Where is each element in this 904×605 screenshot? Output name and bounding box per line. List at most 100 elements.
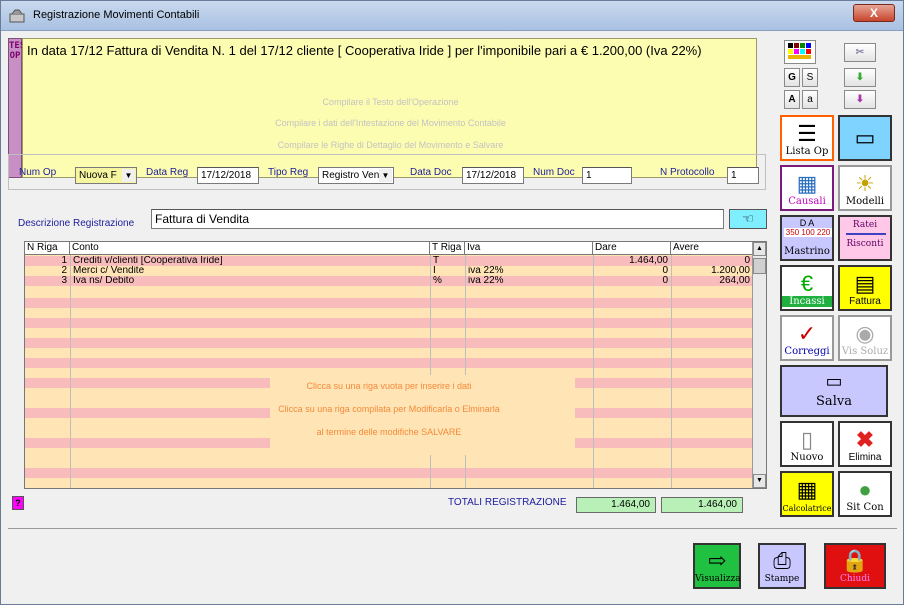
vertical-scrollbar[interactable]: ▲ ▼ xyxy=(752,242,766,488)
stampe-button[interactable]: ⎙ Stampe xyxy=(758,543,806,589)
sit-con-label: Sit Con xyxy=(846,502,884,513)
vis-soluz-button[interactable]: ◉ Vis Soluz xyxy=(838,315,892,361)
color-palette-button[interactable] xyxy=(784,40,816,64)
modelli-label: Modelli xyxy=(845,196,885,207)
nuovo-button[interactable]: ▯ Nuovo xyxy=(780,421,834,467)
sit-con-button[interactable]: ● Sit Con xyxy=(838,471,892,517)
tipo-reg-select[interactable]: Registro Venc ▼ xyxy=(318,167,394,184)
nuovo-label: Nuovo xyxy=(790,452,824,463)
close-button[interactable]: X xyxy=(853,4,895,22)
data-reg-label: Data Reg xyxy=(146,167,189,178)
row-dare: 1.464,00 xyxy=(629,256,668,266)
row-t: T xyxy=(433,256,440,266)
description-field[interactable]: Fattura di Vendita xyxy=(151,209,724,229)
row-iva xyxy=(468,256,592,266)
incassi-button[interactable]: € Incassi xyxy=(780,265,834,311)
down-arrow-button[interactable]: ⬇ xyxy=(844,68,876,87)
col-avere: Avere xyxy=(671,242,753,255)
hand-pointer-button[interactable]: ☜ xyxy=(729,209,767,229)
delete-x-icon: ✖ xyxy=(855,427,875,452)
g-button[interactable]: G xyxy=(784,68,800,87)
data-doc-field[interactable]: 17/12/2018 xyxy=(462,167,524,184)
s-button[interactable]: S xyxy=(802,68,818,87)
elimina-button[interactable]: ✖ Elimina xyxy=(838,421,892,467)
text-hint: Compilare i dati dell'Intestazione del M… xyxy=(275,118,506,128)
grid-divider xyxy=(593,255,594,488)
empty-row[interactable] xyxy=(25,358,753,368)
num-op-select[interactable]: Nuova F ▼ xyxy=(75,167,137,184)
detail-grid[interactable]: N Riga Conto T Riga Iva Dare Avere 1 Cre… xyxy=(24,241,767,489)
empty-row[interactable] xyxy=(25,318,753,328)
mastrino-button[interactable]: D A 350 100 220 Mastrino xyxy=(780,215,834,261)
elimina-label: Elimina xyxy=(848,452,882,463)
calculator-icon: ▦ xyxy=(796,477,818,502)
table-row[interactable]: 3 Iva ns/ Debito % iva 22% 0 264,00 xyxy=(25,276,753,286)
fattura-button[interactable]: ▤ Fattura xyxy=(838,265,892,311)
scroll-up-icon[interactable]: ▲ xyxy=(753,242,766,256)
palette-icon xyxy=(788,43,811,59)
col-dare: Dare xyxy=(593,242,671,255)
chiudi-button[interactable]: 🔒 Chiudi xyxy=(824,543,886,589)
help-button[interactable]: ? xyxy=(12,496,24,510)
visualizza-label: Visualizza xyxy=(695,574,741,584)
scroll-down-icon[interactable]: ▼ xyxy=(753,474,766,488)
hand-pointer-icon: ☜ xyxy=(742,211,754,226)
n-protocollo-label: N Protocollo xyxy=(660,167,715,178)
tipo-reg-label: Tipo Reg xyxy=(268,167,309,178)
row-n: 1 xyxy=(61,256,67,266)
ratei-risconti-button[interactable]: Ratei Risconti xyxy=(838,215,892,261)
new-doc-icon: ▯ xyxy=(800,427,814,452)
total-dare: 1.464,00 xyxy=(576,497,656,513)
total-avere: 1.464,00 xyxy=(661,497,743,513)
num-doc-label: Num Doc xyxy=(533,167,575,178)
ratei-label: Ratei xyxy=(852,220,878,230)
lock-icon: 🔒 xyxy=(841,549,869,574)
num-op-label: Num Op xyxy=(19,167,57,178)
row-avere: 0 xyxy=(744,256,750,266)
visualizza-button[interactable]: ⇨ Visualizza xyxy=(693,543,741,589)
operation-text: In data 17/12 Fattura di Vendita N. 1 de… xyxy=(27,43,702,58)
lista-op-button[interactable]: ☰ Lista Op xyxy=(780,115,834,161)
scissors-icon: ✂ xyxy=(855,47,865,58)
grid-header: N Riga Conto T Riga Iva Dare Avere xyxy=(25,242,753,255)
causali-button[interactable]: ▦ Causali xyxy=(780,165,834,211)
row-avere: 1.200,00 xyxy=(711,266,750,276)
mastrino-top: D A xyxy=(799,218,815,228)
export-icon: ⇨ xyxy=(707,549,727,574)
data-reg-field[interactable]: 17/12/2018 xyxy=(197,167,259,184)
empty-row[interactable] xyxy=(25,338,753,348)
scroll-thumb[interactable] xyxy=(753,258,766,274)
layout-button[interactable]: ▭ xyxy=(838,115,892,161)
lista-op-label: Lista Op xyxy=(785,146,829,157)
chiudi-label: Chiudi xyxy=(840,574,870,584)
down-arrow-2-button[interactable]: ⬇ xyxy=(844,90,876,109)
invoice-icon: ▤ xyxy=(854,271,876,296)
description-label: Descrizione Registrazione xyxy=(18,218,135,229)
stampe-label: Stampe xyxy=(764,574,800,584)
list-icon: ☰ xyxy=(797,121,817,146)
app-icon xyxy=(9,9,25,23)
empty-row[interactable] xyxy=(575,438,753,448)
a-big-button[interactable]: A xyxy=(784,90,800,109)
mastrino-nums: 350 100 220 xyxy=(784,228,832,237)
grid-hint: Clicca su una riga compilata per Modific… xyxy=(278,404,500,414)
mastrino-label: Mastrino xyxy=(784,246,830,257)
num-doc-field[interactable]: 1 xyxy=(582,167,632,184)
footer-bar: ⇨ Visualizza ⎙ Stampe 🔒 Chiudi xyxy=(8,528,897,601)
ratei-line-icon xyxy=(846,233,886,235)
table-row[interactable]: 2 Merci c/ Vendite I iva 22% 0 1.200,00 xyxy=(25,266,753,276)
row-n: 2 xyxy=(61,266,67,276)
table-row[interactable]: 1 Crediti v/clienti [Cooperativa Iride] … xyxy=(25,256,753,266)
checkmark-icon: ✓ xyxy=(797,321,817,346)
row-dare: 0 xyxy=(662,276,668,286)
modelli-button[interactable]: ☀ Modelli xyxy=(838,165,892,211)
salva-button[interactable]: ▭ Salva xyxy=(780,365,888,417)
calcolatrice-button[interactable]: ▦ Calcolatrice xyxy=(780,471,834,517)
n-protocollo-field[interactable]: 1 xyxy=(727,167,759,184)
a-small-button[interactable]: a xyxy=(802,90,818,109)
empty-row[interactable] xyxy=(25,438,270,448)
scissors-button[interactable]: ✂ xyxy=(844,43,876,62)
empty-row[interactable] xyxy=(25,298,753,308)
empty-row[interactable] xyxy=(25,468,753,478)
correggi-button[interactable]: ✓ Correggi xyxy=(780,315,834,361)
